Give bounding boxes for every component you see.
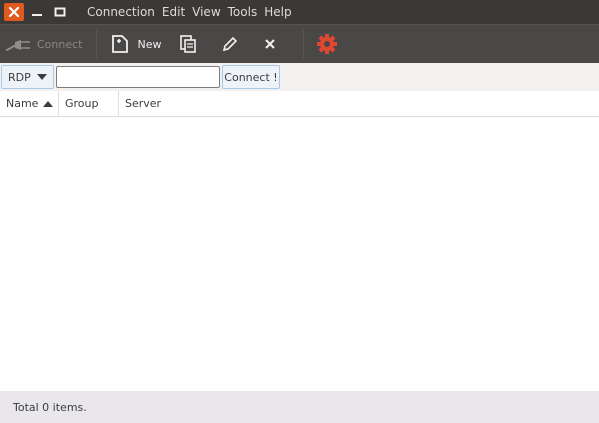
- title-menu-bar: Connection Edit View Tools Help: [0, 0, 599, 24]
- plug-icon: [6, 40, 30, 51]
- duplicate-button[interactable]: [171, 25, 207, 63]
- menu-view[interactable]: View: [192, 0, 220, 24]
- quick-connect-button[interactable]: Connect !: [222, 65, 280, 89]
- toolbar: Connect New: [0, 24, 599, 63]
- column-server-label: Server: [125, 97, 162, 110]
- delete-button[interactable]: [253, 25, 303, 63]
- quick-connect-bar: RDP Connect !: [0, 63, 599, 91]
- menu-items: Connection Edit View Tools Help: [87, 0, 299, 24]
- new-button[interactable]: New: [97, 25, 171, 63]
- delete-icon: [265, 39, 276, 49]
- quick-connect-input[interactable]: [56, 66, 220, 88]
- status-bar: Total 0 items.: [0, 391, 599, 423]
- new-label: New: [137, 37, 162, 51]
- edit-button[interactable]: [207, 25, 253, 63]
- column-group-label: Group: [65, 97, 99, 110]
- maximize-icon: [54, 7, 66, 17]
- connect-label: Connect: [37, 37, 83, 51]
- column-header-name[interactable]: Name: [0, 91, 59, 116]
- protocol-dropdown[interactable]: RDP: [1, 65, 54, 89]
- menu-tools[interactable]: Tools: [228, 0, 258, 24]
- window-close-button[interactable]: [4, 3, 24, 21]
- new-document-icon: [112, 35, 129, 53]
- window-maximize-button[interactable]: [50, 3, 70, 21]
- status-text: Total 0 items.: [13, 400, 87, 414]
- table-header: Name Group Server: [0, 91, 599, 117]
- connection-list[interactable]: [0, 117, 599, 391]
- column-header-group[interactable]: Group: [59, 91, 119, 116]
- minimize-icon: [32, 14, 42, 16]
- edit-pencil-icon: [223, 36, 238, 52]
- menu-connection[interactable]: Connection: [87, 0, 155, 24]
- menu-help[interactable]: Help: [264, 0, 291, 24]
- sort-ascending-icon: [43, 100, 54, 107]
- protocol-label: RDP: [8, 70, 31, 84]
- preferences-button[interactable]: [304, 25, 338, 63]
- close-icon: [8, 6, 20, 18]
- connect-button[interactable]: Connect: [0, 25, 96, 63]
- menu-edit[interactable]: Edit: [162, 0, 185, 24]
- copy-icon: [180, 35, 197, 53]
- column-header-server[interactable]: Server: [119, 91, 599, 116]
- window-minimize-button[interactable]: [27, 3, 47, 21]
- preferences-gear-icon: [317, 34, 338, 54]
- column-name-label: Name: [6, 97, 39, 110]
- dropdown-arrow-icon: [36, 74, 47, 80]
